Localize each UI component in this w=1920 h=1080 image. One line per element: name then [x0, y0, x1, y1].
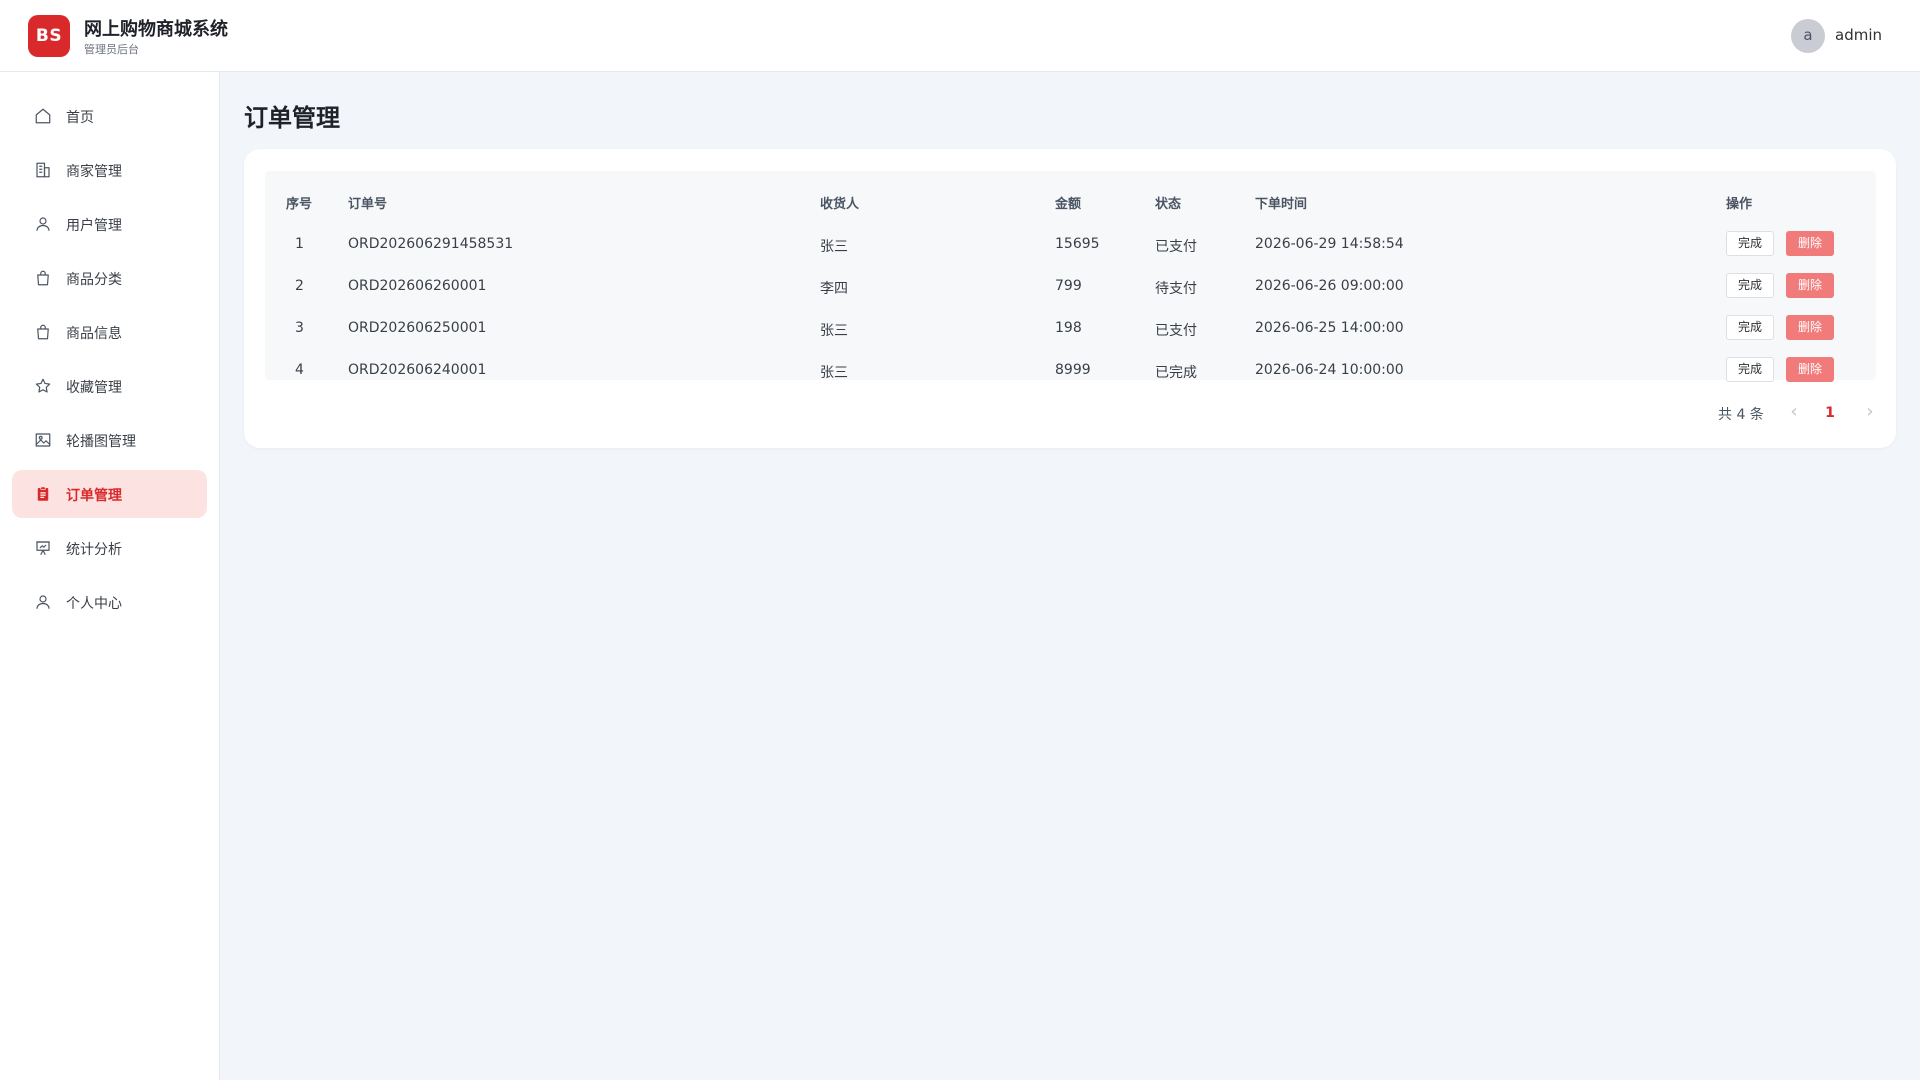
avatar[interactable]: a: [1791, 19, 1825, 53]
order-time: 2026-06-24 10:00:00: [1255, 362, 1404, 378]
sidebar-item-home[interactable]: 首页: [12, 92, 207, 140]
complete-button[interactable]: 完成: [1726, 315, 1774, 340]
sidebar-item-orders[interactable]: 订单管理: [12, 470, 207, 518]
receiver: 张三: [820, 365, 848, 381]
order-number: ORD202606291458531: [348, 236, 514, 252]
order-number: ORD202606260001: [348, 278, 487, 294]
clipboard-icon: [34, 485, 52, 503]
column-header: 操作: [1726, 197, 1753, 212]
pagination-total: 共 4 条: [1718, 407, 1764, 423]
shopping-bag-icon: [34, 269, 52, 287]
sidebar-item-users[interactable]: 用户管理: [12, 200, 207, 248]
column-header: 金额: [1055, 197, 1082, 212]
order-number: ORD202606240001: [348, 362, 487, 378]
row-index: 3: [295, 320, 304, 336]
sidebar-item-label: 统计分析: [66, 542, 122, 558]
table-row: 3 ORD202606250001 张三 198 已支付 2026-06-25 …: [265, 307, 1876, 349]
status: 待支付: [1155, 281, 1197, 297]
prev-page-button[interactable]: ‹: [1782, 400, 1806, 426]
user-icon: [34, 593, 52, 611]
sidebar-item-label: 个人中心: [66, 596, 122, 612]
sidebar-item-label: 轮播图管理: [66, 434, 136, 450]
next-page-button[interactable]: ›: [1858, 400, 1882, 426]
sidebar-item-merchants[interactable]: 商家管理: [12, 146, 207, 194]
complete-button[interactable]: 完成: [1726, 273, 1774, 298]
order-time: 2026-06-26 09:00:00: [1255, 278, 1404, 294]
delete-button[interactable]: 删除: [1786, 273, 1834, 298]
sidebar-item-products[interactable]: 商品信息: [12, 308, 207, 356]
column-header: 收货人: [820, 197, 860, 212]
order-time: 2026-06-29 14:58:54: [1255, 236, 1404, 252]
page-number-button[interactable]: 1: [1814, 400, 1846, 426]
delete-button[interactable]: 删除: [1786, 357, 1834, 382]
delete-button[interactable]: 删除: [1786, 315, 1834, 340]
user-icon: [34, 215, 52, 233]
page-title: 订单管理: [244, 104, 340, 132]
column-header: 状态: [1155, 197, 1182, 212]
sidebar: 首页 商家管理 用户管理 商品分类 商品信息 收藏管理 轮播图管理 订单管理 统…: [0, 72, 220, 1080]
home-icon: [34, 107, 52, 125]
receiver: 张三: [820, 239, 848, 255]
amount: 198: [1055, 320, 1082, 336]
complete-button[interactable]: 完成: [1726, 357, 1774, 382]
sidebar-item-label: 订单管理: [66, 488, 122, 504]
top-header: BS 网上购物商城系统 管理员后台 a admin: [0, 0, 1920, 72]
sidebar-item-profile[interactable]: 个人中心: [12, 578, 207, 626]
table-row: 1 ORD202606291458531 张三 15695 已支付 2026-0…: [265, 223, 1876, 265]
row-index: 4: [295, 362, 304, 378]
orders-table: 序号 订单号 收货人 金额 状态 下单时间 操作 1 ORD2026062914…: [265, 171, 1876, 382]
username[interactable]: admin: [1835, 26, 1882, 44]
complete-button[interactable]: 完成: [1726, 231, 1774, 256]
star-icon: [34, 377, 52, 395]
column-header: 订单号: [348, 197, 388, 212]
amount: 15695: [1055, 236, 1100, 252]
receiver: 李四: [820, 281, 848, 297]
receiver: 张三: [820, 323, 848, 339]
order-number: ORD202606250001: [348, 320, 487, 336]
row-index: 2: [295, 278, 304, 294]
sidebar-item-favorites[interactable]: 收藏管理: [12, 362, 207, 410]
app-subtitle: 管理员后台: [84, 43, 139, 56]
sidebar-item-categories[interactable]: 商品分类: [12, 254, 207, 302]
delete-button[interactable]: 删除: [1786, 231, 1834, 256]
sidebar-item-carousel[interactable]: 轮播图管理: [12, 416, 207, 464]
status: 已完成: [1155, 365, 1197, 381]
status: 已支付: [1155, 323, 1197, 339]
presentation-chart-icon: [34, 539, 52, 557]
app-title: 网上购物商城系统: [84, 19, 228, 40]
sidebar-item-label: 商家管理: [66, 164, 122, 180]
amount: 799: [1055, 278, 1082, 294]
amount: 8999: [1055, 362, 1091, 378]
table-row: 2 ORD202606260001 李四 799 待支付 2026-06-26 …: [265, 265, 1876, 307]
sidebar-item-label: 首页: [66, 110, 94, 126]
column-header: 序号: [286, 197, 313, 212]
table-row: 4 ORD202606240001 张三 8999 已完成 2026-06-24…: [265, 349, 1876, 391]
sidebar-item-statistics[interactable]: 统计分析: [12, 524, 207, 572]
logo: BS: [28, 15, 70, 57]
order-time: 2026-06-25 14:00:00: [1255, 320, 1404, 336]
sidebar-item-label: 商品信息: [66, 326, 122, 342]
row-index: 1: [295, 236, 304, 252]
status: 已支付: [1155, 239, 1197, 255]
shopping-bag-icon: [34, 323, 52, 341]
building-icon: [34, 161, 52, 179]
sidebar-item-label: 商品分类: [66, 272, 122, 288]
column-header: 下单时间: [1255, 197, 1308, 212]
orders-card: 序号 订单号 收货人 金额 状态 下单时间 操作 1 ORD2026062914…: [244, 149, 1896, 448]
image-icon: [34, 431, 52, 449]
sidebar-item-label: 收藏管理: [66, 380, 122, 396]
sidebar-item-label: 用户管理: [66, 218, 122, 234]
